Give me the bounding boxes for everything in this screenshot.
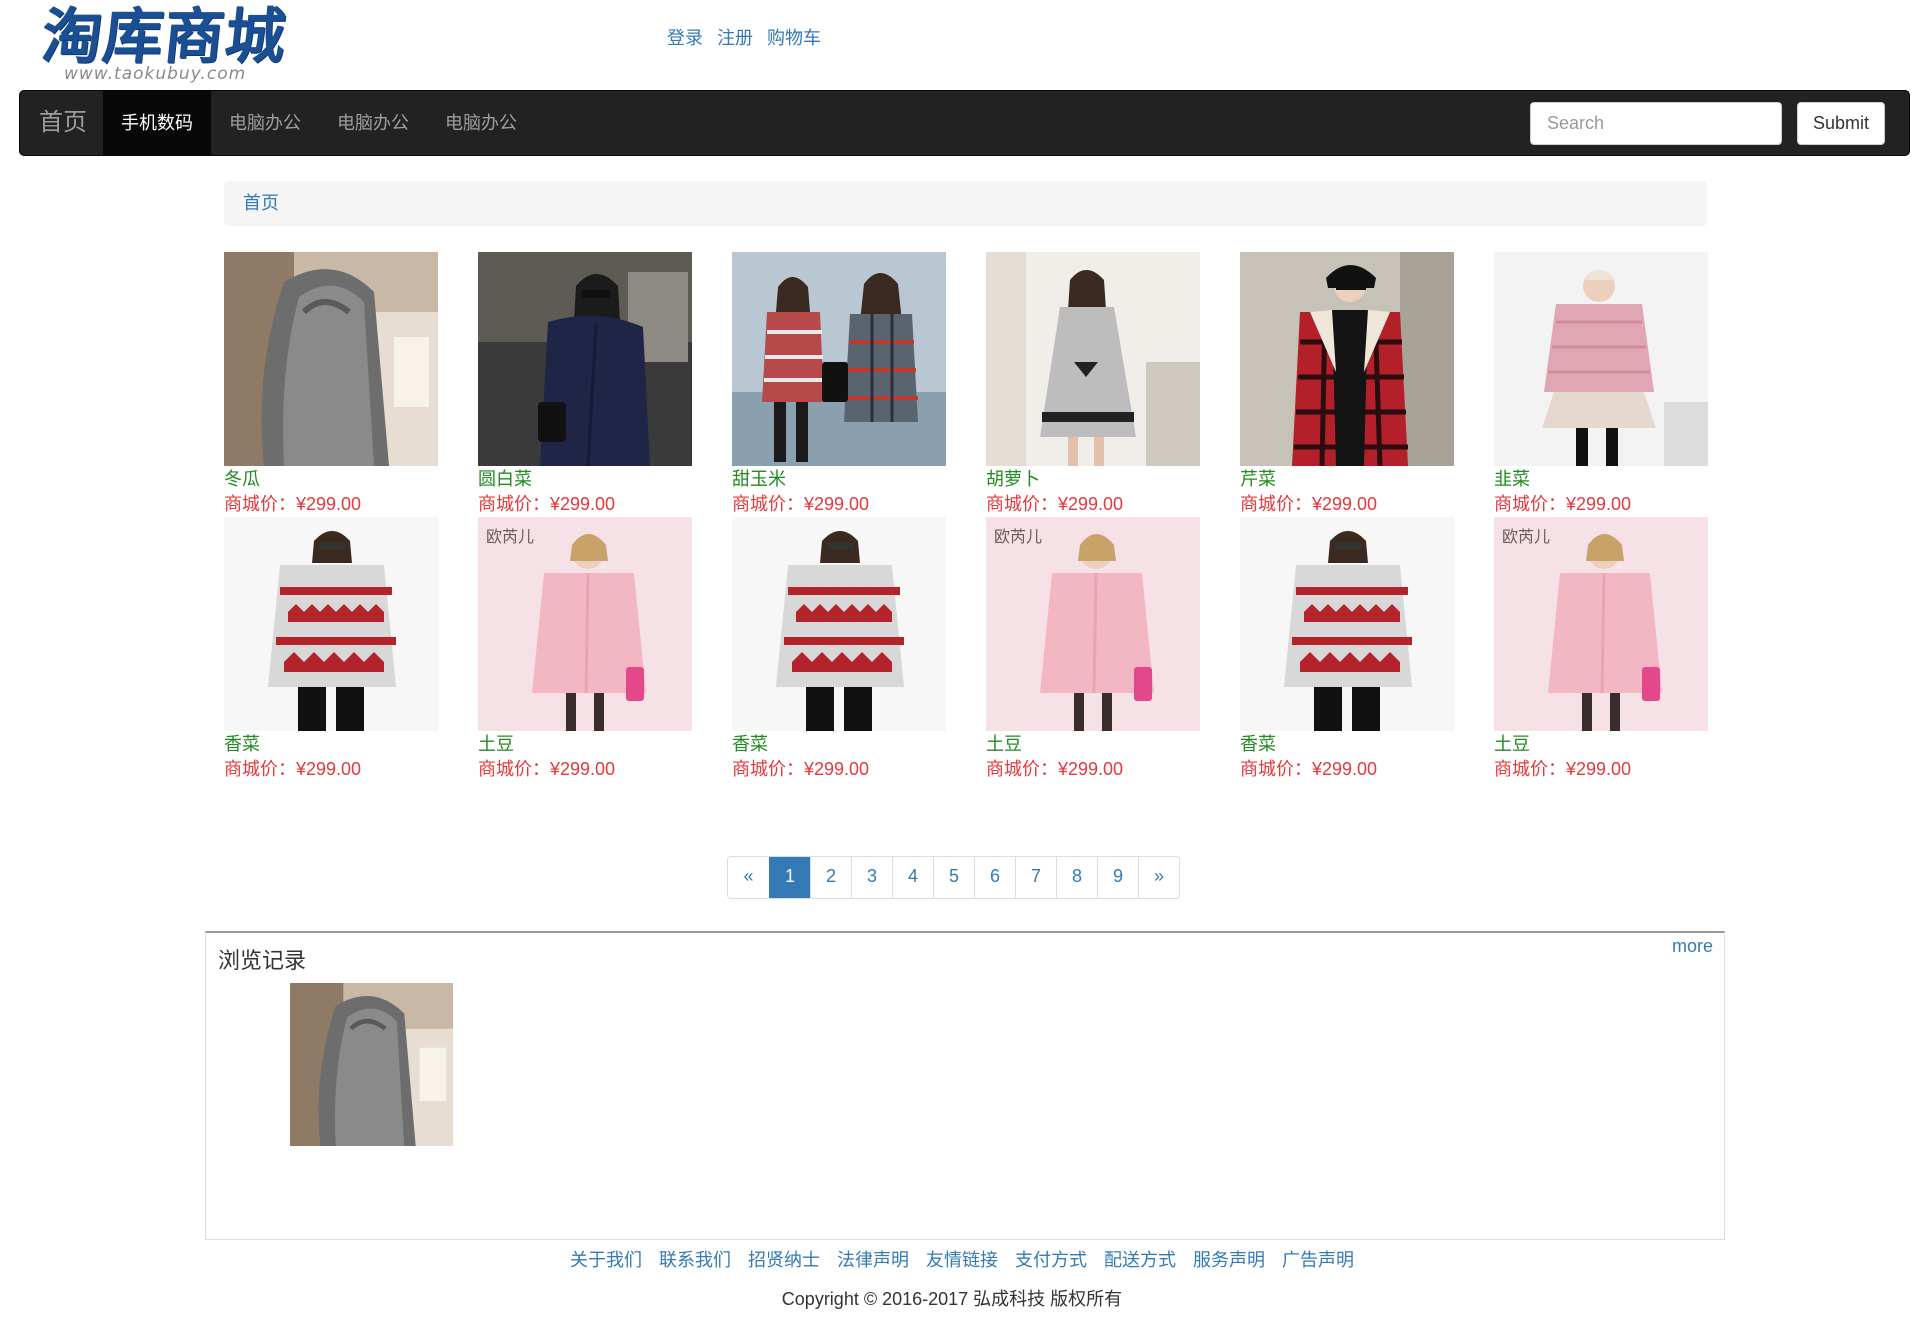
product-name[interactable]: 土豆: [478, 732, 692, 757]
product-price: 商城价：¥299.00: [1240, 494, 1378, 514]
product-image[interactable]: [1240, 517, 1454, 731]
product-price: 商城价：¥299.00: [478, 494, 616, 514]
pagination-page-5[interactable]: 5: [933, 857, 974, 898]
search-submit-button[interactable]: Submit: [1797, 102, 1885, 145]
product-price: 商城价：¥299.00: [224, 759, 362, 779]
product-card[interactable]: 芹菜 商城价：¥299.00: [1240, 252, 1454, 516]
product-name[interactable]: 香菜: [1240, 732, 1454, 757]
product-name[interactable]: 甜玉米: [732, 467, 946, 492]
product-brand-mark: 欧芮儿: [486, 527, 535, 546]
product-card[interactable]: 欧芮儿土豆 商城价：¥299.00: [478, 517, 692, 781]
breadcrumb: 首页: [224, 181, 1707, 226]
pagination-page-8[interactable]: 8: [1056, 857, 1097, 898]
product-name[interactable]: 圆白菜: [478, 467, 692, 492]
footer-link[interactable]: 友情链接: [926, 1246, 998, 1272]
pagination-page-7[interactable]: 7: [1015, 857, 1056, 898]
product-price: 商城价：¥299.00: [224, 494, 362, 514]
nav-item-computers-1[interactable]: 电脑办公: [211, 91, 319, 155]
nav-home-brand[interactable]: 首页: [39, 91, 87, 155]
pagination-next-button[interactable]: »: [1138, 857, 1179, 898]
product-image[interactable]: [1494, 252, 1708, 466]
browsing-history-panel: 浏览记录 more: [205, 931, 1725, 1240]
product-price: 商城价：¥299.00: [732, 759, 870, 779]
product-image[interactable]: [224, 517, 438, 731]
footer-links: 关于我们 联系我们 招贤纳士 法律声明 友情链接 支付方式 配送方式 服务声明 广告声明: [0, 1246, 1920, 1272]
footer-link[interactable]: 招贤纳士: [748, 1246, 820, 1272]
product-price: 商城价：¥299.00: [478, 759, 616, 779]
product-price: 商城价：¥299.00: [1494, 759, 1632, 779]
nav-item-phones[interactable]: 手机数码: [103, 91, 211, 155]
footer-link[interactable]: 法律声明: [837, 1246, 909, 1272]
product-name[interactable]: 土豆: [986, 732, 1200, 757]
product-name[interactable]: 芹菜: [1240, 467, 1454, 492]
product-card[interactable]: 胡萝卜 商城价：¥299.00: [986, 252, 1200, 516]
footer-link[interactable]: 关于我们: [570, 1246, 642, 1272]
product-image[interactable]: [224, 252, 438, 466]
product-price: 商城价：¥299.00: [1494, 494, 1632, 514]
search-input[interactable]: [1530, 102, 1782, 145]
product-image[interactable]: [478, 252, 692, 466]
product-card[interactable]: 韭菜 商城价：¥299.00: [1494, 252, 1708, 516]
history-title: 浏览记录: [218, 948, 307, 973]
pagination-page-1[interactable]: 1: [769, 857, 810, 898]
pagination-prev-button[interactable]: «: [728, 857, 769, 898]
product-image[interactable]: 欧芮儿: [478, 517, 692, 731]
product-image[interactable]: [1240, 252, 1454, 466]
site-logo[interactable]: 淘库商城 www.taokubuy.com: [38, 2, 292, 88]
logo-title: 淘库商城: [38, 2, 290, 72]
product-image[interactable]: 欧芮儿: [986, 517, 1200, 731]
history-more-link[interactable]: more: [1672, 936, 1713, 957]
pagination-page-4[interactable]: 4: [892, 857, 933, 898]
product-image[interactable]: [732, 252, 946, 466]
nav-item-computers-3[interactable]: 电脑办公: [427, 91, 535, 155]
product-card[interactable]: 香菜 商城价：¥299.00: [224, 517, 438, 781]
footer-link[interactable]: 配送方式: [1104, 1246, 1176, 1272]
pagination-page-6[interactable]: 6: [974, 857, 1015, 898]
product-image[interactable]: [986, 252, 1200, 466]
register-link[interactable]: 注册: [717, 24, 753, 50]
product-card[interactable]: 香菜 商城价：¥299.00: [1240, 517, 1454, 781]
product-brand-mark: 欧芮儿: [1502, 527, 1551, 546]
product-card[interactable]: 香菜 商城价：¥299.00: [732, 517, 946, 781]
pagination-page-9[interactable]: 9: [1097, 857, 1138, 898]
product-brand-mark: 欧芮儿: [994, 527, 1043, 546]
product-name[interactable]: 冬瓜: [224, 467, 438, 492]
product-name[interactable]: 土豆: [1494, 732, 1708, 757]
footer-link[interactable]: 支付方式: [1015, 1246, 1087, 1272]
pagination-page-3[interactable]: 3: [851, 857, 892, 898]
history-item-image[interactable]: [290, 983, 453, 1146]
nav-item-computers-2[interactable]: 电脑办公: [319, 91, 427, 155]
product-card[interactable]: 欧芮儿土豆 商城价：¥299.00: [1494, 517, 1708, 781]
product-card[interactable]: 冬瓜 商城价：¥299.00: [224, 252, 438, 516]
cart-link[interactable]: 购物车: [767, 24, 821, 50]
product-image[interactable]: [732, 517, 946, 731]
login-link[interactable]: 登录: [667, 24, 703, 50]
pagination-page-2[interactable]: 2: [810, 857, 851, 898]
product-card[interactable]: 圆白菜 商城价：¥299.00: [478, 252, 692, 516]
footer-link[interactable]: 服务声明: [1193, 1246, 1265, 1272]
product-card[interactable]: 欧芮儿土豆 商城价：¥299.00: [986, 517, 1200, 781]
product-price: 商城价：¥299.00: [986, 759, 1124, 779]
main-navbar: 首页 手机数码 电脑办公 电脑办公 电脑办公 Submit: [19, 90, 1910, 156]
product-price: 商城价：¥299.00: [1240, 759, 1378, 779]
product-card[interactable]: 甜玉米 商城价：¥299.00: [732, 252, 946, 516]
footer-link[interactable]: 广告声明: [1282, 1246, 1354, 1272]
account-links: 登录 注册 购物车: [667, 24, 821, 50]
copyright-text: Copyright © 2016-2017 弘成科技 版权所有: [781, 1289, 1123, 1309]
product-name[interactable]: 韭菜: [1494, 467, 1708, 492]
product-image[interactable]: 欧芮儿: [1494, 517, 1708, 731]
product-price: 商城价：¥299.00: [986, 494, 1124, 514]
breadcrumb-home-link[interactable]: 首页: [243, 193, 279, 213]
site-header: 淘库商城 www.taokubuy.com 登录 注册 购物车: [0, 0, 1920, 90]
product-name[interactable]: 胡萝卜: [986, 467, 1200, 492]
footer-link[interactable]: 联系我们: [659, 1246, 731, 1272]
logo-url: www.taokubuy.com: [64, 64, 247, 84]
product-name[interactable]: 香菜: [224, 732, 438, 757]
product-price: 商城价：¥299.00: [732, 494, 870, 514]
pagination: «1 2 3 4 5 6 7 8 9»: [727, 856, 1180, 899]
product-name[interactable]: 香菜: [732, 732, 946, 757]
